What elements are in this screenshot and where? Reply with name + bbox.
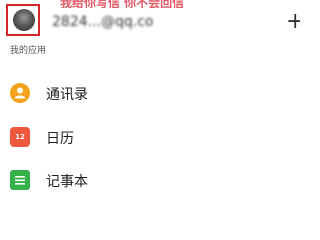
app-item-notes[interactable]: 记事本 (0, 161, 300, 200)
app-item-calendar[interactable]: 12 日历 (0, 118, 300, 158)
account-name: 2824...@qq.co (52, 14, 154, 30)
app-label-calendar: 日历 (46, 131, 74, 147)
app-label-notes: 记事本 (46, 174, 88, 190)
app-label-contacts: 通讯录 (46, 87, 88, 103)
calendar-icon: 12 (10, 127, 30, 147)
add-icon[interactable]: + (286, 11, 300, 33)
app-screen: 我给你写信 你不会回信 2824...@qq.co + 我的应用 通讯录 12 … (0, 0, 300, 200)
avatar-highlight[interactable] (6, 4, 40, 36)
avatar[interactable] (13, 9, 35, 31)
app-item-contacts[interactable]: 通讯录 (0, 74, 300, 114)
notes-icon (10, 170, 30, 190)
top-banner-text: 我给你写信 你不会回信 (60, 0, 185, 8)
section-title: 我的应用 (10, 46, 47, 56)
contacts-icon (10, 83, 30, 103)
